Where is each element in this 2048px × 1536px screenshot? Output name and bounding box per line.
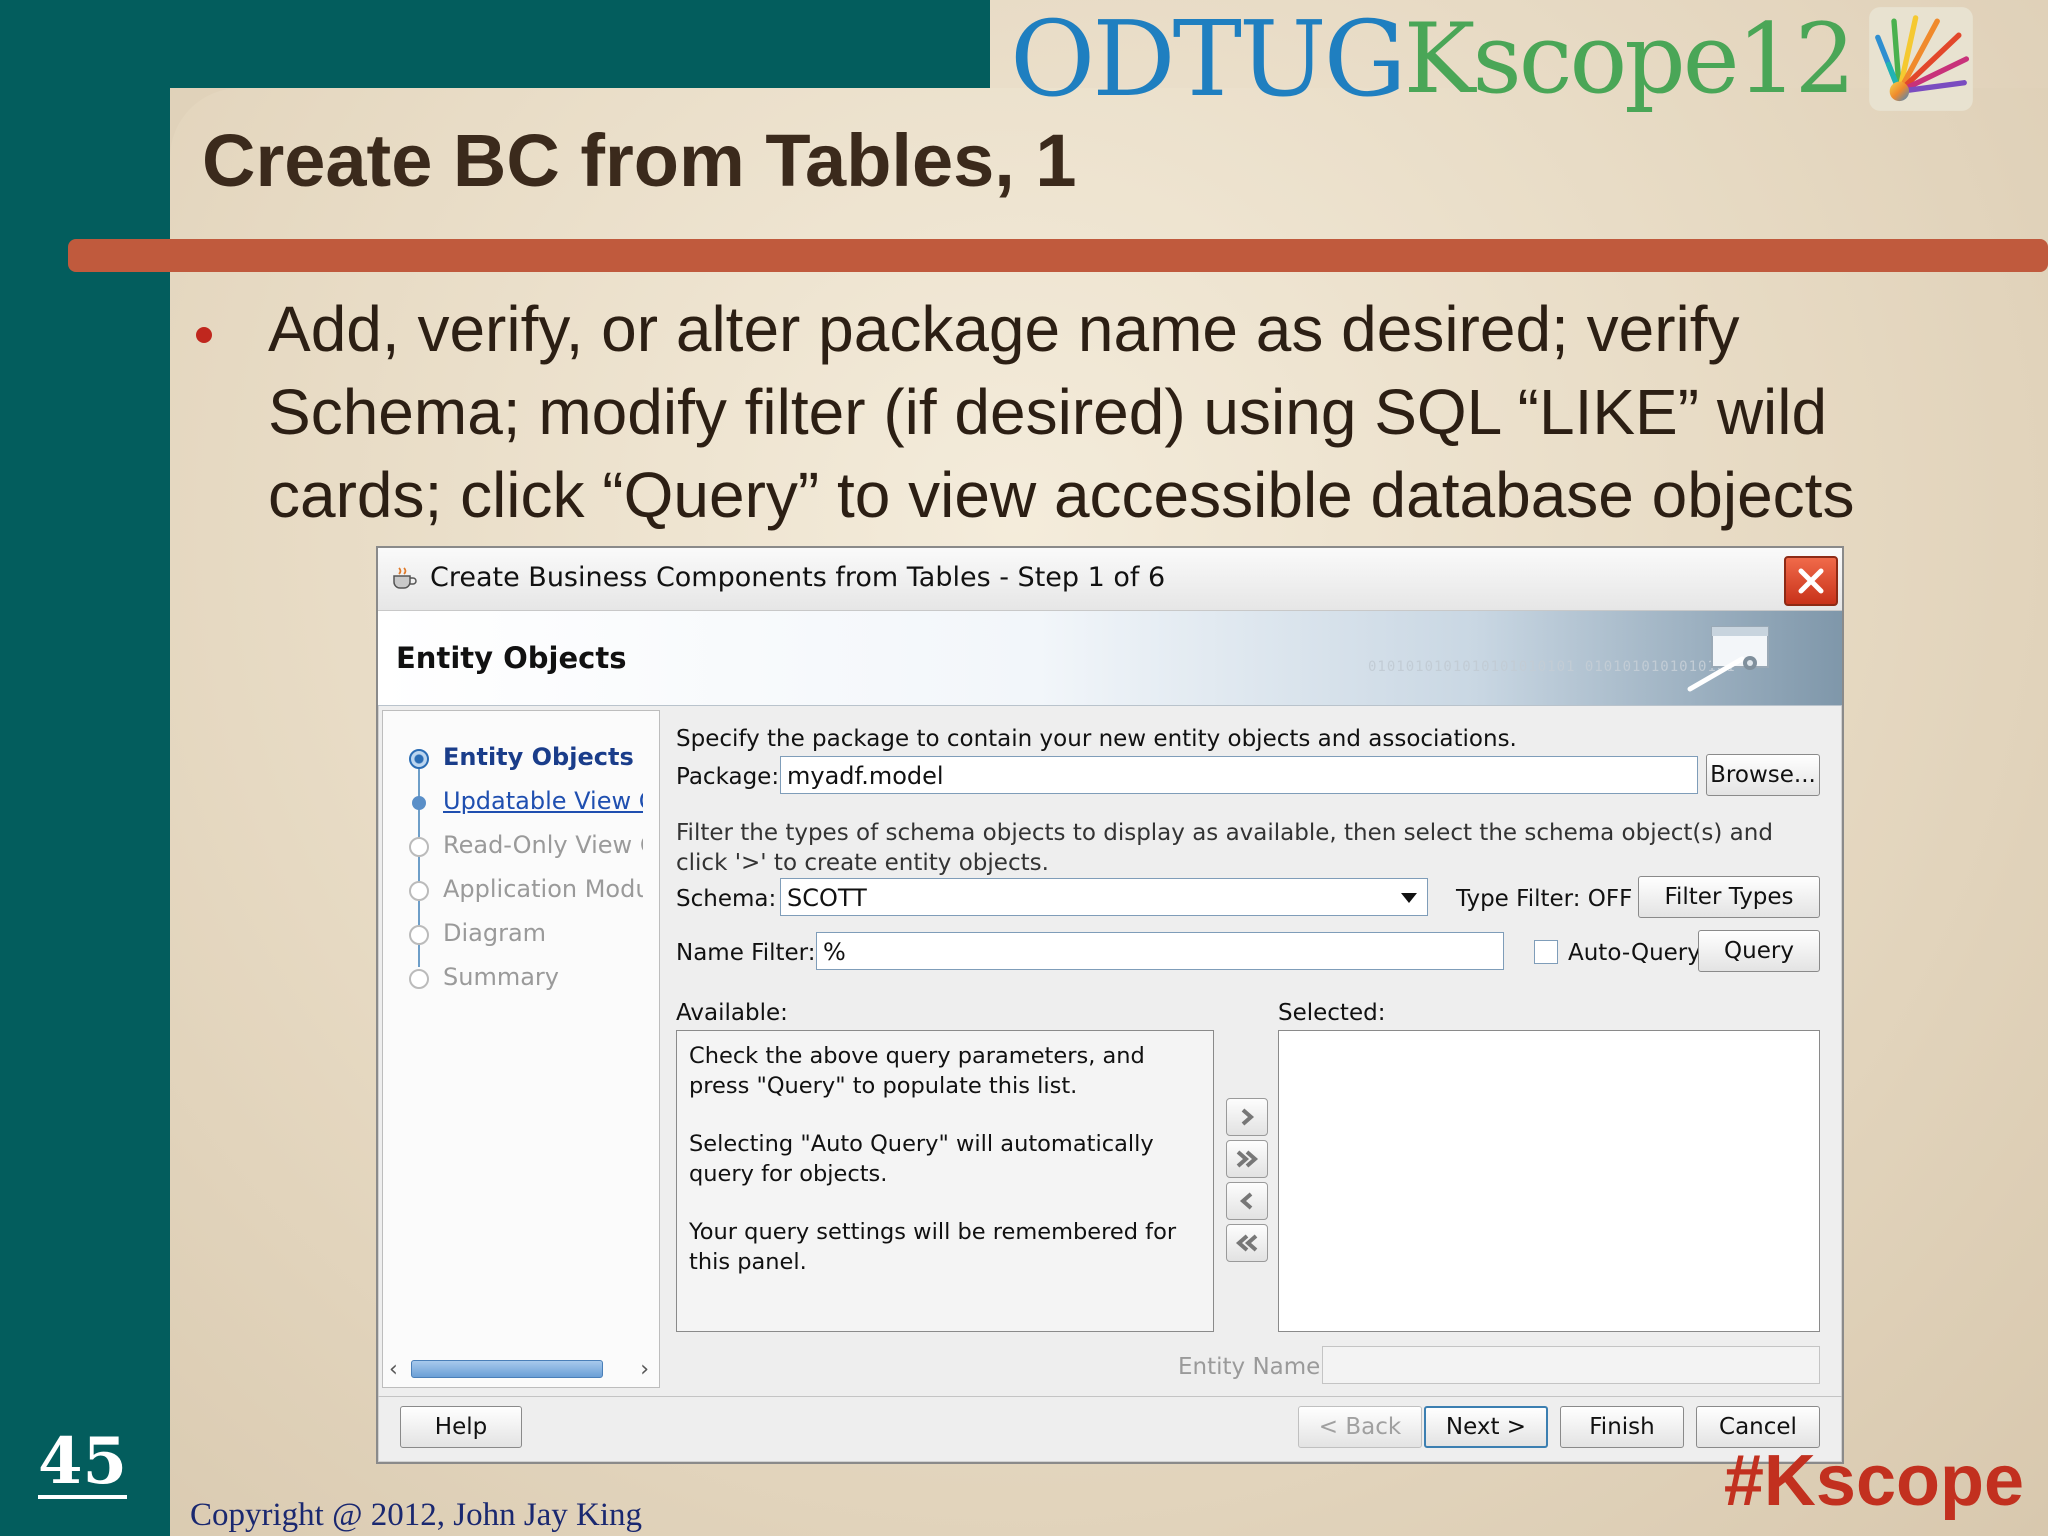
available-hint-1: Check the above query parameters, and pr… xyxy=(689,1043,1145,1099)
double-chevron-left-icon xyxy=(1235,1234,1258,1252)
nav-step-label: Read-Only View Objects xyxy=(443,831,643,859)
name-filter-input[interactable]: % xyxy=(816,932,1504,970)
name-filter-label: Name Filter: xyxy=(676,940,816,966)
back-button[interactable]: < Back xyxy=(1298,1406,1422,1448)
move-one-right-button[interactable] xyxy=(1226,1098,1268,1136)
chevron-left-icon xyxy=(1239,1192,1253,1210)
slide-title: Create BC from Tables, 1 xyxy=(202,119,1077,202)
filter-types-button[interactable]: Filter Types xyxy=(1638,876,1820,918)
kscope-hashtag: #Kscope xyxy=(1723,1441,2024,1521)
slide-number: 45 xyxy=(38,1424,128,1500)
logo-kscope-text: Kscope12 xyxy=(1403,3,1856,115)
available-list-message: Check the above query parameters, and pr… xyxy=(689,1041,1209,1305)
title-divider-bar xyxy=(68,239,2048,272)
create-bc-dialog: Create Business Components from Tables -… xyxy=(376,546,1844,1464)
move-one-left-button[interactable] xyxy=(1226,1182,1268,1220)
selected-label: Selected: xyxy=(1278,1000,1386,1026)
nav-step-updatable-view-objects[interactable]: Updatable View Objects xyxy=(383,787,643,817)
logo-odtug-text: ODTUG xyxy=(1010,0,1407,120)
available-hint-2: Selecting "Auto Query" will automaticall… xyxy=(689,1131,1154,1187)
help-button[interactable]: Help xyxy=(400,1406,522,1448)
nav-step-label: Summary xyxy=(443,963,559,991)
chevron-right-icon xyxy=(1241,1108,1255,1126)
bullet-text: Add, verify, or alter package name as de… xyxy=(268,293,1855,531)
java-cup-icon xyxy=(393,567,417,589)
schema-label: Schema: xyxy=(676,886,777,912)
move-all-right-button[interactable] xyxy=(1226,1140,1268,1178)
selected-list[interactable] xyxy=(1278,1030,1820,1332)
filter-instructions: Filter the types of schema objects to di… xyxy=(676,820,1773,876)
schema-select[interactable]: SCOTT xyxy=(780,878,1428,916)
dialog-titlebar[interactable]: Create Business Components from Tables -… xyxy=(378,548,1842,611)
nav-horizontal-scrollbar[interactable]: ‹ › xyxy=(389,1357,649,1382)
auto-query-checkbox[interactable] xyxy=(1534,940,1558,964)
step-dot-icon xyxy=(409,969,429,989)
step-dot-icon xyxy=(409,881,429,901)
nav-step-readonly-view-objects: Read-Only View Objects xyxy=(383,831,643,861)
available-label: Available: xyxy=(676,1000,788,1026)
next-button[interactable]: Next > xyxy=(1424,1406,1548,1448)
browse-button[interactable]: Browse... xyxy=(1706,754,1820,796)
nav-step-label: Diagram xyxy=(443,919,547,947)
dialog-title: Create Business Components from Tables -… xyxy=(430,562,1166,593)
slide-sidebar-band xyxy=(0,0,170,1536)
nav-step-summary: Summary xyxy=(383,963,643,993)
available-list[interactable]: Check the above query parameters, and pr… xyxy=(676,1030,1214,1332)
type-filter-status: Type Filter: OFF xyxy=(1456,886,1633,912)
package-input[interactable]: myadf.model xyxy=(780,756,1698,794)
wizard-step-nav: Entity Objects Updatable View Objects Re… xyxy=(382,710,660,1388)
step-dot-icon xyxy=(409,925,429,945)
finish-button[interactable]: Finish xyxy=(1560,1406,1684,1448)
scroll-right-icon[interactable]: › xyxy=(640,1357,649,1382)
kscope-logo: ODTUG Kscope12 xyxy=(1010,0,1975,118)
auto-query-label[interactable]: Auto-Query xyxy=(1568,940,1701,966)
nav-step-diagram: Diagram xyxy=(383,919,643,949)
move-all-left-button[interactable] xyxy=(1226,1224,1268,1262)
scrollbar-thumb[interactable] xyxy=(411,1360,603,1378)
entity-name-label: Entity Name: xyxy=(1178,1354,1329,1380)
wizard-header-title: Entity Objects xyxy=(396,641,627,675)
nav-step-entity-objects[interactable]: Entity Objects xyxy=(383,743,643,773)
schema-selected-value: SCOTT xyxy=(787,884,867,912)
header-binary-decoration: 0101010101010101010101 0101010101010101 xyxy=(1368,659,1736,675)
package-label: Package: xyxy=(676,764,780,790)
step-dot-icon xyxy=(409,837,429,857)
nav-step-label: Application Module xyxy=(443,875,643,903)
double-chevron-right-icon xyxy=(1236,1150,1259,1168)
scroll-left-icon[interactable]: ‹ xyxy=(389,1357,398,1382)
footer-divider xyxy=(378,1396,1842,1397)
wizard-header: Entity Objects 0101010101010101010101 01… xyxy=(378,611,1842,706)
dropdown-arrow-icon xyxy=(1401,893,1417,903)
query-button[interactable]: Query xyxy=(1698,930,1820,972)
step-active-icon xyxy=(409,749,429,769)
close-button[interactable] xyxy=(1784,556,1838,606)
package-instructions: Specify the package to contain your new … xyxy=(676,726,1517,752)
copyright-text: Copyright @ 2012, John Jay King xyxy=(190,1497,643,1533)
slide-top-band xyxy=(0,0,990,88)
entity-name-input xyxy=(1322,1346,1820,1384)
nav-step-label: Updatable View Objects xyxy=(443,787,643,815)
available-hint-3: Your query settings will be remembered f… xyxy=(689,1219,1177,1275)
sunburst-logo-icon xyxy=(1868,7,1973,111)
close-icon xyxy=(1798,568,1824,594)
nav-step-label: Entity Objects xyxy=(443,743,634,771)
nav-step-application-module: Application Module xyxy=(383,875,643,905)
step-dot-icon xyxy=(412,796,426,810)
wizard-wand-icon xyxy=(1687,626,1769,692)
bullet-icon xyxy=(196,327,212,343)
